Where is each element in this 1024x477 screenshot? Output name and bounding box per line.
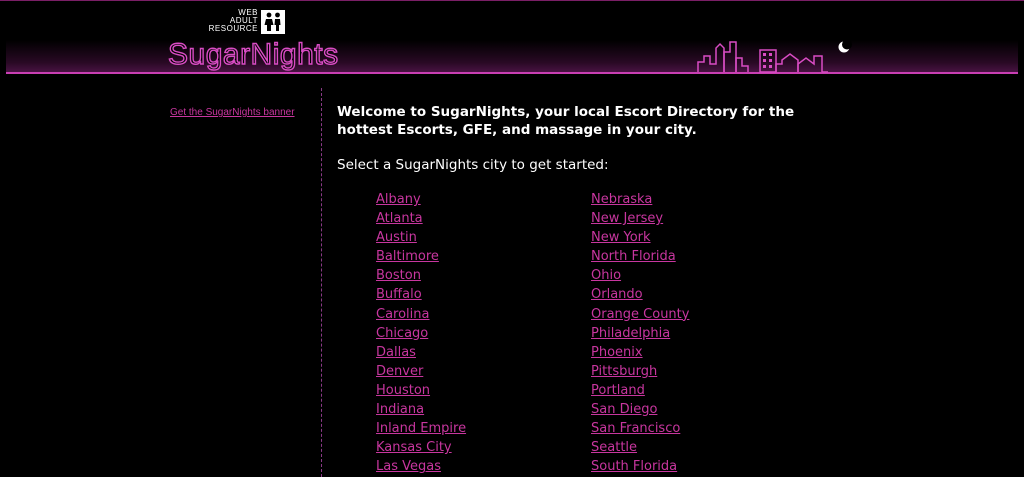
header-rule <box>6 72 1018 74</box>
list-item: Buffalo <box>376 285 466 304</box>
list-item: Denver <box>376 362 466 381</box>
list-item: Houston <box>376 381 466 400</box>
city-link-phoenix[interactable]: Phoenix <box>591 345 643 360</box>
list-item: Phoenix <box>591 343 689 362</box>
city-link-carolina[interactable]: Carolina <box>376 307 430 322</box>
list-item: San Diego <box>591 400 689 419</box>
city-link-buffalo[interactable]: Buffalo <box>376 287 422 302</box>
city-link-houston[interactable]: Houston <box>376 383 430 398</box>
city-link-inland-empire[interactable]: Inland Empire <box>376 421 466 436</box>
site-header: WEB ADULT RESOURCE SugarNights <box>0 0 1024 78</box>
city-link-chicago[interactable]: Chicago <box>376 326 428 341</box>
city-link-austin[interactable]: Austin <box>376 230 417 245</box>
city-link-las-vegas[interactable]: Las Vegas <box>376 459 441 474</box>
city-link-orlando[interactable]: Orlando <box>591 287 643 302</box>
list-item: Kansas City <box>376 438 466 457</box>
list-item: Las Vegas <box>376 457 466 476</box>
war-line-3: RESOURCE <box>208 24 258 33</box>
page: WEB ADULT RESOURCE SugarNights Get the S… <box>0 0 1024 477</box>
list-item: South Florida <box>591 457 689 476</box>
select-city-prompt: Select a SugarNights city to get started… <box>337 157 609 173</box>
city-link-pittsburgh[interactable]: Pittsburgh <box>591 364 657 379</box>
city-link-seattle[interactable]: Seattle <box>591 440 637 455</box>
list-item: Carolina <box>376 305 466 324</box>
two-people-icon[interactable] <box>261 10 285 34</box>
list-item: Nebraska <box>591 190 689 209</box>
city-list-right: Nebraska New Jersey New York North Flori… <box>591 190 689 476</box>
list-item: Portland <box>591 381 689 400</box>
city-link-boston[interactable]: Boston <box>376 268 421 283</box>
city-link-nebraska[interactable]: Nebraska <box>591 192 652 207</box>
city-link-san-diego[interactable]: San Diego <box>591 402 657 417</box>
city-link-philadelphia[interactable]: Philadelphia <box>591 326 670 341</box>
list-item: Baltimore <box>376 247 466 266</box>
list-item: Pittsburgh <box>591 362 689 381</box>
city-link-new-jersey[interactable]: New Jersey <box>591 211 663 226</box>
city-link-dallas[interactable]: Dallas <box>376 345 416 360</box>
city-link-albany[interactable]: Albany <box>376 192 421 207</box>
city-link-atlanta[interactable]: Atlanta <box>376 211 423 226</box>
list-item: New York <box>591 228 689 247</box>
list-item: Chicago <box>376 324 466 343</box>
city-link-baltimore[interactable]: Baltimore <box>376 249 439 264</box>
list-item: Inland Empire <box>376 419 466 438</box>
list-item: Boston <box>376 266 466 285</box>
city-skyline-icon <box>697 39 852 73</box>
banner-link[interactable]: Get the SugarNights banner <box>170 107 295 118</box>
list-item: Atlanta <box>376 209 466 228</box>
city-link-north-florida[interactable]: North Florida <box>591 249 676 264</box>
list-item: San Francisco <box>591 419 689 438</box>
list-item: Dallas <box>376 343 466 362</box>
list-item: Albany <box>376 190 466 209</box>
list-item: Indiana <box>376 400 466 419</box>
city-link-orange-county[interactable]: Orange County <box>591 307 689 322</box>
list-item: Austin <box>376 228 466 247</box>
city-link-ohio[interactable]: Ohio <box>591 268 621 283</box>
city-link-san-francisco[interactable]: San Francisco <box>591 421 680 436</box>
header-glow <box>6 40 1018 72</box>
list-item: Orlando <box>591 285 689 304</box>
column-divider <box>321 88 322 477</box>
list-item: Philadelphia <box>591 324 689 343</box>
city-link-portland[interactable]: Portland <box>591 383 645 398</box>
list-item: North Florida <box>591 247 689 266</box>
list-item: New Jersey <box>591 209 689 228</box>
city-link-kansas-city[interactable]: Kansas City <box>376 440 452 455</box>
crescent-moon-icon <box>838 39 852 53</box>
list-item: Orange County <box>591 305 689 324</box>
sugarnights-logo[interactable]: SugarNights <box>167 37 338 72</box>
list-item: Seattle <box>591 438 689 457</box>
list-item: Ohio <box>591 266 689 285</box>
city-link-new-york[interactable]: New York <box>591 230 651 245</box>
welcome-heading: Welcome to SugarNights, your local Escor… <box>337 104 795 138</box>
city-link-denver[interactable]: Denver <box>376 364 423 379</box>
city-link-indiana[interactable]: Indiana <box>376 402 424 417</box>
city-link-south-florida[interactable]: South Florida <box>591 459 677 474</box>
city-list-left: Albany Atlanta Austin Baltimore Boston B… <box>376 190 466 476</box>
web-adult-resource-text[interactable]: WEB ADULT RESOURCE <box>196 9 258 33</box>
